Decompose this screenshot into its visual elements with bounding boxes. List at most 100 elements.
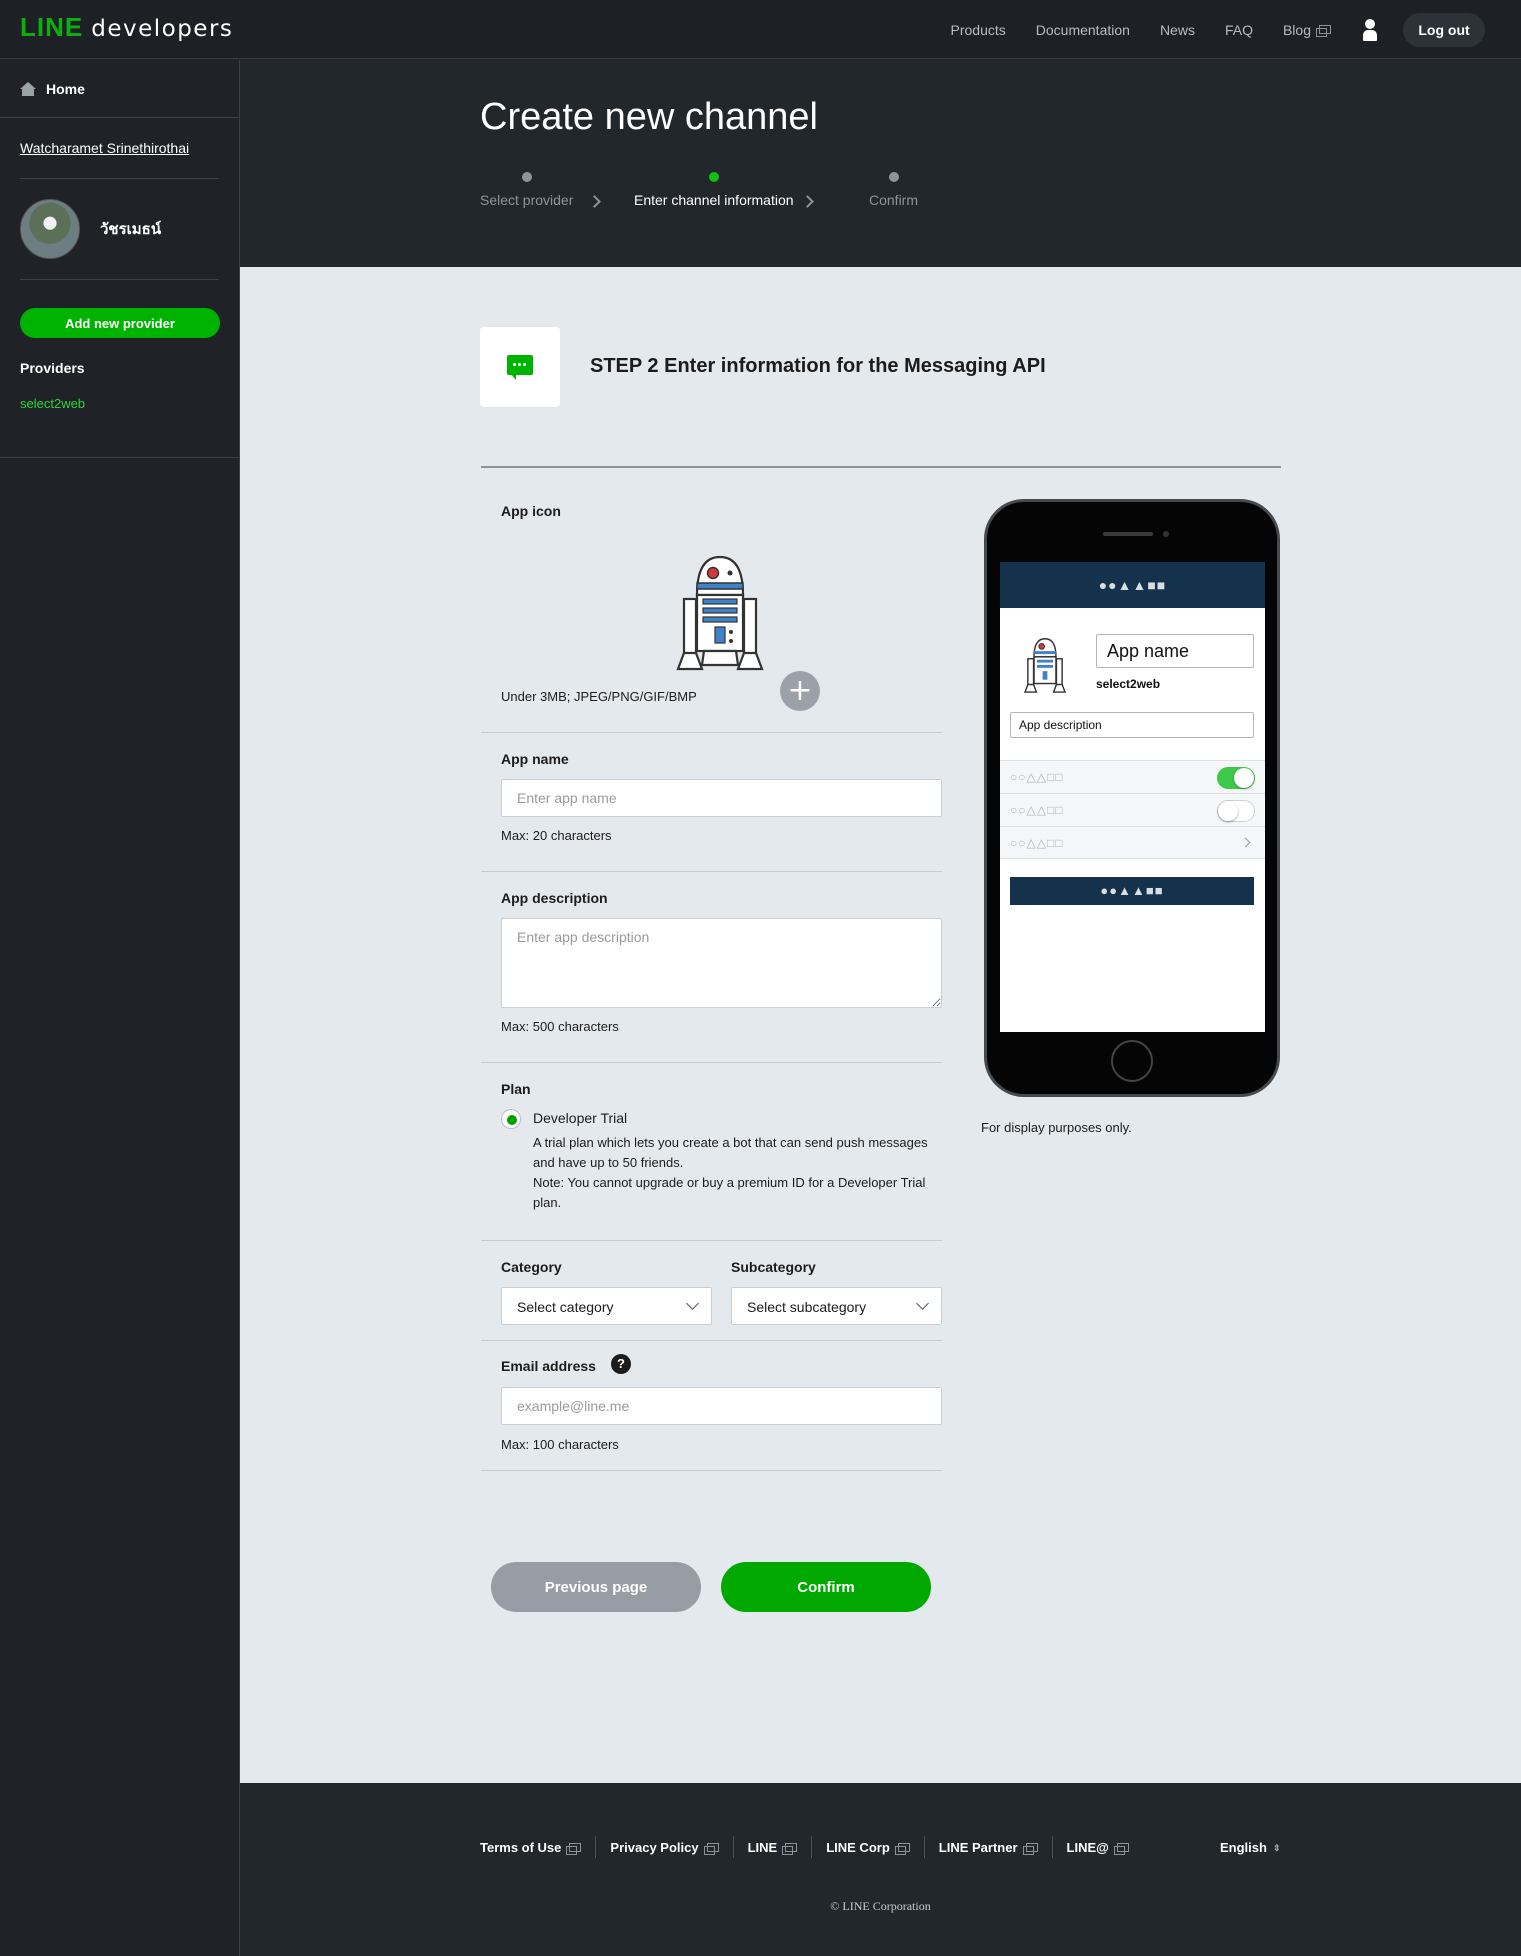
avatar <box>20 199 80 259</box>
email-input[interactable] <box>501 1387 942 1425</box>
top-nav: Products Documentation News FAQ Blog Log… <box>951 0 1521 59</box>
confirm-button[interactable]: Confirm <box>721 1562 931 1612</box>
preview-row: ○○△△□□ <box>1000 760 1265 793</box>
category-field: Category Subcategory Select category Sel… <box>481 1241 942 1341</box>
footer-link-label: Privacy Policy <box>610 1839 699 1855</box>
email-field: Email address ? Max: 100 characters <box>481 1341 942 1471</box>
category-select[interactable]: Select category <box>501 1287 712 1325</box>
step-label: Select provider <box>480 192 574 208</box>
phone-camera <box>1163 531 1169 537</box>
page-title: Create new channel <box>480 96 818 138</box>
section-divider <box>481 466 1281 468</box>
plan-description: A trial plan which lets you create a bot… <box>533 1133 943 1213</box>
user-icon[interactable] <box>1361 18 1379 41</box>
app-name-hint: Max: 20 characters <box>501 828 612 843</box>
app-name-input[interactable] <box>501 779 942 817</box>
app-description-hint: Max: 500 characters <box>501 1019 619 1034</box>
footer-link-label: LINE Partner <box>938 1839 1018 1855</box>
stepper: Select provider Enter channel informatio… <box>480 172 1000 212</box>
plan-developer-trial-radio[interactable] <box>501 1109 521 1129</box>
app-icon-label: App icon <box>501 503 561 519</box>
logout-button[interactable]: Log out <box>1403 12 1485 47</box>
step-confirm: Confirm <box>869 172 918 208</box>
footer-link-line[interactable]: LINE <box>734 1836 813 1858</box>
phone-screen: ●●▲▲■■ App name select2web App descripti… <box>1000 562 1265 1032</box>
chevron-right-icon <box>1240 837 1251 848</box>
add-new-provider-button[interactable]: Add new provider <box>20 308 220 338</box>
sidebar-item-provider[interactable]: select2web <box>20 396 219 435</box>
phone-preview: ●●▲▲■■ App name select2web App descripti… <box>984 499 1280 1097</box>
footer-link-label: LINE Corp <box>826 1839 890 1855</box>
footer-link-label: Terms of Use <box>480 1839 562 1855</box>
footer-link-terms[interactable]: Terms of Use <box>480 1836 597 1858</box>
line-developers-logo[interactable]: LINE developers <box>20 12 233 43</box>
sidebar-item-home[interactable]: Home <box>0 60 239 118</box>
robot-app-icon[interactable] <box>670 547 770 673</box>
plan-label: Plan <box>501 1081 531 1097</box>
language-selector[interactable]: English ⇕ <box>1220 1840 1281 1855</box>
chevron-down-icon <box>916 1297 929 1310</box>
nav-documentation[interactable]: Documentation <box>1036 22 1130 38</box>
sidebar-divider <box>0 457 240 458</box>
subcategory-select-value: Select subcategory <box>747 1299 867 1315</box>
footer-link-label: LINE <box>747 1839 778 1855</box>
step-label: Enter channel information <box>634 192 794 208</box>
top-bar: LINE developers Products Documentation Ne… <box>0 0 1521 59</box>
home-icon <box>20 81 36 96</box>
app-description-field: App description Max: 500 characters <box>481 872 942 1063</box>
step-title: STEP 2 Enter information for the Messagi… <box>590 355 1046 377</box>
sidebar-profile: วัชรเมธน์ <box>20 179 219 280</box>
category-label: Category <box>501 1259 562 1275</box>
preview-button: ●●▲▲■■ <box>1010 877 1254 905</box>
display-purposes-note: For display purposes only. <box>981 1120 1132 1135</box>
app-name-field: App name Max: 20 characters <box>481 733 942 872</box>
preview-robot-icon <box>1023 638 1067 693</box>
preview-row-label: ○○△△□□ <box>1010 803 1064 817</box>
footer-link-label: LINE@ <box>1066 1839 1109 1855</box>
email-label: Email address <box>501 1358 596 1374</box>
preview-row-label: ○○△△□□ <box>1010 836 1064 850</box>
sidebar-username-link[interactable]: Watcharamet Srinethirothai <box>20 140 219 179</box>
app-description-input[interactable] <box>501 918 942 1008</box>
sidebar-display-name: วัชรเมธน์ <box>100 221 162 238</box>
subcategory-select[interactable]: Select subcategory <box>731 1287 942 1325</box>
nav-blog[interactable]: Blog <box>1283 22 1331 38</box>
footer-links: Terms of Use Privacy Policy LINE LINE Co… <box>480 1836 1143 1858</box>
phone-home-button <box>1111 1040 1153 1082</box>
preview-app-description: App description <box>1010 712 1254 738</box>
plan-field: Plan Developer Trial A trial plan which … <box>481 1063 942 1241</box>
language-label: English <box>1220 1840 1267 1855</box>
external-link-icon <box>894 1842 910 1855</box>
external-link-icon <box>1113 1842 1129 1855</box>
nav-news[interactable]: News <box>1160 22 1195 38</box>
preview-toggle-off <box>1217 800 1255 822</box>
nav-products[interactable]: Products <box>951 22 1006 38</box>
step-enter-channel-information: Enter channel information <box>634 172 794 208</box>
step-select-provider: Select provider <box>480 172 573 208</box>
footer-link-privacy[interactable]: Privacy Policy <box>596 1836 734 1858</box>
step-dot <box>888 172 899 182</box>
footer-link-line-corp[interactable]: LINE Corp <box>812 1836 925 1858</box>
email-hint: Max: 100 characters <box>501 1437 619 1452</box>
page-header: Create new channel Select provider Enter… <box>240 60 1521 267</box>
footer-link-line-partner[interactable]: LINE Partner <box>925 1836 1053 1858</box>
add-icon-button[interactable]: + <box>780 671 820 711</box>
plan-description-text: A trial plan which lets you create a bot… <box>533 1135 928 1170</box>
sidebar: Home Watcharamet Srinethirothai วัชรเมธน… <box>0 60 240 1956</box>
nav-faq[interactable]: FAQ <box>1225 22 1253 38</box>
step-label: Confirm <box>869 192 919 208</box>
app-name-label: App name <box>501 751 569 767</box>
plan-note-text: Note: You cannot upgrade or buy a premiu… <box>533 1175 926 1210</box>
help-icon[interactable]: ? <box>611 1354 631 1374</box>
logo-line-text: LINE <box>20 12 84 42</box>
external-link-icon <box>1316 25 1331 37</box>
phone-speaker <box>1103 532 1153 536</box>
previous-page-button[interactable]: Previous page <box>491 1562 701 1612</box>
external-link-icon <box>566 1842 582 1855</box>
category-select-value: Select category <box>517 1299 614 1315</box>
footer-link-line-at[interactable]: LINE@ <box>1053 1836 1143 1858</box>
preview-header: ●●▲▲■■ <box>1000 562 1265 608</box>
chevron-right-icon <box>588 195 601 208</box>
logo-developers-text: developers <box>91 16 234 42</box>
external-link-icon <box>782 1842 798 1855</box>
